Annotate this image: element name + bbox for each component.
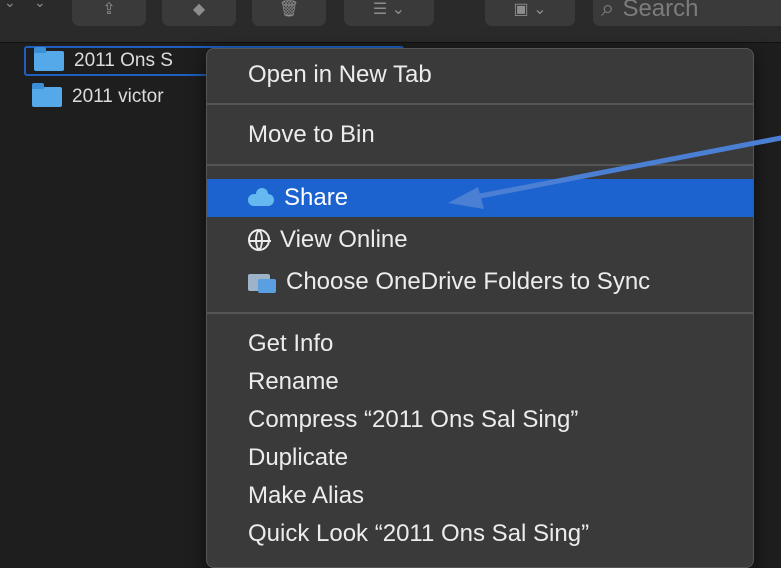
globe-icon [248,229,271,251]
search-icon: ⌕ [601,0,615,22]
chevron-down-icon[interactable]: ⌄ [4,0,16,11]
finder-toolbar: ⌄ ⌄ ⇪ ◆ 🗑 ☰ ⌄ ▣ ⌄ ⌕ Search [0,0,781,43]
trash-button[interactable]: 🗑 [252,0,326,26]
menu-item-move-to-bin[interactable]: Move to Bin [207,116,753,154]
menu-separator [207,164,753,166]
menu-item-label: Move to Bin [248,121,375,148]
file-name: 2011 Ons S [74,50,173,71]
menu-item-label: Choose OneDrive Folders to Sync [286,268,651,295]
menu-item-view-online[interactable]: View Online [207,221,753,259]
menu-item-label: Duplicate [248,444,349,471]
menu-item-label: Share [284,184,349,211]
trash-icon: 🗑 [278,1,300,18]
group-icon: ☰ ⌄ [372,1,406,18]
list-item[interactable]: 2011 victor [24,82,164,112]
menu-item-make-alias[interactable]: Make Alias [207,477,753,515]
search-placeholder: Search [622,0,699,22]
zip-button[interactable]: ▣ ⌄ [485,0,575,26]
menu-item-quick-look[interactable]: Quick Look “2011 Ons Sal Sing” [207,515,753,553]
menu-separator [207,312,753,314]
menu-item-compress[interactable]: Compress “2011 Ons Sal Sing” [207,401,753,439]
sync-icon [248,271,276,293]
menu-item-get-info[interactable]: Get Info [207,325,753,363]
zip-icon: ▣ ⌄ [513,1,547,18]
chevron-down-icon[interactable]: ⌄ [34,0,46,11]
menu-item-label: View Online [280,226,408,253]
menu-item-choose-onedrive-folders[interactable]: Choose OneDrive Folders to Sync [207,263,753,301]
menu-item-label: Quick Look “2011 Ons Sal Sing” [248,520,590,547]
menu-item-label: Make Alias [248,482,365,509]
file-name: 2011 victor [72,86,164,107]
menu-item-label: Open in New Tab [248,61,432,88]
menu-item-open-in-new-tab[interactable]: Open in New Tab [207,56,753,94]
tag-button[interactable]: ◆ [162,0,236,26]
menu-item-rename[interactable]: Rename [207,363,753,401]
cloud-icon [248,188,274,206]
menu-item-label: Rename [248,368,339,395]
search-input[interactable]: ⌕ Search [593,0,781,26]
group-button[interactable]: ☰ ⌄ [344,0,434,26]
folder-icon [34,47,64,71]
folder-icon [32,83,62,107]
menu-item-duplicate[interactable]: Duplicate [207,439,753,477]
menu-separator [207,103,753,105]
menu-item-label: Compress “2011 Ons Sal Sing” [248,406,579,433]
menu-item-label: Get Info [248,330,334,357]
menu-item-share[interactable]: Share [207,179,753,217]
share-icon: ⇪ [102,1,116,18]
tag-icon: ◆ [192,1,206,18]
share-button[interactable]: ⇪ [72,0,146,26]
context-menu: Open in New Tab Move to Bin Share View O… [206,48,754,568]
